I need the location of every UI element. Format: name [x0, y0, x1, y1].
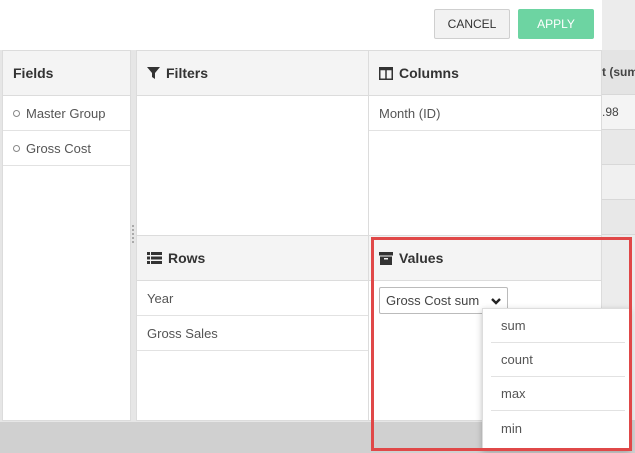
background-cell: [600, 200, 635, 235]
fields-panel-title: Fields: [13, 65, 54, 81]
field-item-master-group[interactable]: Master Group: [3, 96, 130, 131]
bullet-icon: [13, 144, 20, 152]
values-panel-title: Values: [399, 250, 444, 266]
columns-icon: [379, 66, 393, 80]
columns-panel-header: Columns: [369, 51, 601, 96]
field-item-gross-cost[interactable]: Gross Cost: [3, 131, 130, 166]
filters-panel-title: Filters: [166, 65, 209, 81]
column-item-label: Month (ID): [379, 105, 441, 121]
list-icon: [147, 252, 162, 264]
resize-handle[interactable]: [132, 225, 135, 245]
bullet-icon: [13, 109, 20, 117]
rows-panel: Rows Year Gross Sales: [136, 235, 369, 421]
background-cell: [600, 130, 635, 165]
filters-panel-header: Filters: [137, 51, 368, 96]
column-item-month-id[interactable]: Month (ID): [369, 96, 601, 131]
background-column-header: t (sum: [600, 50, 635, 95]
field-item-label: Master Group: [26, 105, 106, 121]
columns-panel: Columns Month (ID): [368, 50, 602, 236]
filter-icon: [147, 66, 160, 80]
rows-panel-title: Rows: [168, 250, 206, 266]
row-item-year[interactable]: Year: [137, 281, 368, 316]
archive-icon: [379, 251, 393, 265]
rows-panel-header: Rows: [137, 236, 368, 281]
dialog-toolbar: CANCEL APPLY: [0, 0, 602, 50]
aggregation-menu: sum count max min: [482, 308, 630, 450]
field-item-label: Gross Cost: [26, 140, 92, 156]
row-item-label: Year: [147, 290, 174, 306]
filters-panel: Filters: [136, 50, 369, 236]
menu-option-min[interactable]: min: [491, 411, 625, 445]
fields-panel-header: Fields: [3, 51, 130, 96]
columns-panel-title: Columns: [399, 65, 459, 81]
menu-option-max[interactable]: max: [491, 377, 625, 411]
background-cell: [600, 165, 635, 200]
values-panel-header: Values: [369, 236, 601, 281]
menu-option-count[interactable]: count: [491, 343, 625, 377]
row-item-label: Gross Sales: [147, 325, 218, 341]
background-cell: .98: [600, 95, 635, 130]
apply-button[interactable]: APPLY: [518, 9, 594, 39]
chevron-down-icon: [491, 294, 501, 309]
menu-option-sum[interactable]: sum: [491, 309, 625, 343]
fields-panel: Fields Master Group Gross Cost: [2, 50, 131, 421]
cancel-button[interactable]: CANCEL: [434, 9, 510, 39]
aggregation-dropdown-value: Gross Cost sum: [386, 293, 480, 308]
row-item-gross-sales[interactable]: Gross Sales: [137, 316, 368, 351]
